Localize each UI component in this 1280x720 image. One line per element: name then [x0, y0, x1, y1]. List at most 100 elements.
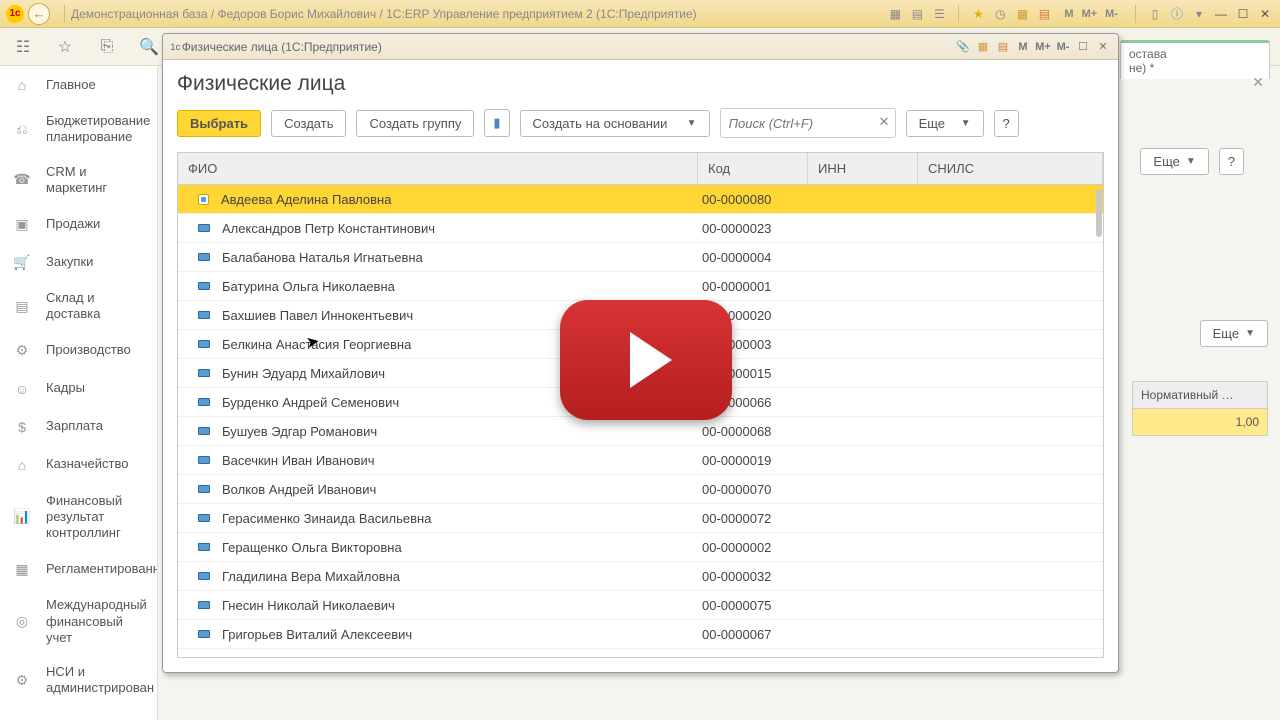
- info-icon[interactable]: ⓘ: [1168, 5, 1186, 23]
- choose-button[interactable]: Выбрать: [177, 110, 261, 137]
- apps-grid-icon[interactable]: ☷: [12, 36, 34, 58]
- table-row[interactable]: Волков Андрей Иванович00-0000070: [178, 475, 1103, 504]
- sidebar-item[interactable]: ▤Склад и доставка: [0, 281, 157, 332]
- docs-icon[interactable]: ▯: [1146, 5, 1164, 23]
- m-button[interactable]: M: [1061, 7, 1076, 21]
- col-snils[interactable]: СНИЛС: [918, 153, 1103, 184]
- mplus-button[interactable]: M+: [1079, 7, 1101, 21]
- cell-kod: 00-0000067: [698, 627, 808, 642]
- grid-icon[interactable]: ▦: [886, 5, 904, 23]
- sidebar-item[interactable]: 🛒Закупки: [0, 243, 157, 281]
- dropdown-icon[interactable]: ▾: [1190, 5, 1208, 23]
- scrollbar-thumb[interactable]: [1096, 189, 1102, 237]
- separator: [1135, 5, 1136, 23]
- sidebar-item-label: Казначейство: [46, 456, 128, 472]
- sidebar-item[interactable]: ⚙Производство: [0, 332, 157, 370]
- sidebar-item-label: НСИ и администрирован: [46, 664, 154, 697]
- sidebar-item[interactable]: 📊Финансовый результат контроллинг: [0, 484, 157, 551]
- clear-search-button[interactable]: ✕: [879, 114, 890, 130]
- mminus-button[interactable]: M-: [1102, 7, 1121, 21]
- search-field: ✕: [720, 108, 896, 138]
- create-on-basis-button[interactable]: Создать на основании ▼: [520, 110, 710, 137]
- col-kod[interactable]: Код: [698, 153, 808, 184]
- cell-kod: 00-0000019: [698, 453, 808, 468]
- video-play-button[interactable]: [560, 300, 732, 420]
- table-row[interactable]: Балабанова Наталья Игнатьевна00-0000004: [178, 243, 1103, 272]
- help-button[interactable]: ?: [994, 110, 1019, 137]
- table-row[interactable]: Александров Петр Константинович00-000002…: [178, 214, 1103, 243]
- nav-back-button[interactable]: ←: [28, 3, 50, 25]
- cell-fio: Балабанова Наталья Игнатьевна: [222, 250, 423, 265]
- sidebar-item[interactable]: ⚙НСИ и администрирован: [0, 655, 157, 706]
- create-button[interactable]: Создать: [271, 110, 346, 137]
- row-type-icon: [198, 485, 210, 493]
- create-group-button[interactable]: Создать группу: [356, 110, 474, 137]
- pin-icon[interactable]: 📎: [954, 38, 972, 56]
- table-row[interactable]: Геращенко Ольга Викторовна00-0000002: [178, 533, 1103, 562]
- cell-fio: Бурденко Андрей Семенович: [222, 395, 399, 410]
- calc-icon[interactable]: ▦: [1013, 5, 1031, 23]
- table-row[interactable]: Гнесин Николай Николаевич00-0000075: [178, 591, 1103, 620]
- search-input[interactable]: [720, 108, 896, 138]
- row-type-icon: [198, 601, 210, 609]
- close-button[interactable]: ✕: [1094, 38, 1112, 56]
- cell-kod: 00-0000080: [698, 192, 808, 207]
- separator: [958, 5, 959, 23]
- sidebar-item[interactable]: ⌂Казначейство: [0, 446, 157, 484]
- mplus-button[interactable]: M+: [1034, 38, 1052, 56]
- m-button[interactable]: M: [1014, 38, 1032, 56]
- row-type-icon: [198, 514, 210, 522]
- mminus-button[interactable]: M-: [1054, 38, 1072, 56]
- table-row[interactable]: Бушуев Эдгар Романович00-0000068: [178, 417, 1103, 446]
- calendar-icon[interactable]: ▤: [994, 38, 1012, 56]
- clipboard-icon[interactable]: ⎘: [96, 36, 118, 58]
- row-type-icon: [198, 572, 210, 580]
- hr-icon: ☺: [12, 379, 32, 399]
- search-icon[interactable]: 🔍: [138, 36, 160, 58]
- col-fio[interactable]: ФИО: [178, 153, 698, 184]
- sidebar-item[interactable]: ⌂Главное: [0, 66, 157, 104]
- list-mode-button[interactable]: ▮: [484, 109, 509, 137]
- cell-kod: 00-0000072: [698, 511, 808, 526]
- maximize-button[interactable]: ☐: [1234, 5, 1252, 23]
- table-row[interactable]: Авдеева Аделина Павловна00-0000080: [178, 185, 1103, 214]
- row-type-icon: [198, 282, 210, 290]
- minimize-button[interactable]: —: [1212, 5, 1230, 23]
- sidebar-item[interactable]: ☎CRM и маркетинг: [0, 155, 157, 206]
- more-button[interactable]: Еще ▼: [906, 110, 984, 137]
- close-button[interactable]: ✕: [1256, 5, 1274, 23]
- calc-icon[interactable]: ▦: [974, 38, 992, 56]
- sidebar-item-label: CRM и маркетинг: [46, 164, 145, 197]
- app-logo-icon: 1c: [6, 5, 24, 23]
- maximize-button[interactable]: ☐: [1074, 38, 1092, 56]
- sidebar-item[interactable]: ▣Продажи: [0, 205, 157, 243]
- favorite-icon[interactable]: ☆: [54, 36, 76, 58]
- history-icon[interactable]: ◷: [991, 5, 1009, 23]
- table-row[interactable]: Григорьев Виталий Алексеевич00-0000067: [178, 620, 1103, 649]
- sidebar-item[interactable]: $Зарплата: [0, 408, 157, 446]
- options-icon[interactable]: ☰: [930, 5, 948, 23]
- cell-kod: 00-0000068: [698, 424, 808, 439]
- sidebar-item[interactable]: ☺Кадры: [0, 370, 157, 408]
- finresult-icon: 📊: [12, 507, 32, 527]
- sidebar-item[interactable]: ▦Регламентированн: [0, 550, 157, 588]
- chart-icon: ⎌: [12, 119, 32, 139]
- cell-kod: 00-0000001: [698, 279, 808, 294]
- layout-icon[interactable]: ▤: [908, 5, 926, 23]
- cell-fio: Геращенко Ольга Викторовна: [222, 540, 402, 555]
- sidebar-item-label: Главное: [46, 77, 96, 93]
- table-row[interactable]: Герасименко Зинаида Васильевна00-0000072: [178, 504, 1103, 533]
- star-icon[interactable]: ★: [969, 5, 987, 23]
- table-row[interactable]: Григорьева Любовь Петровна00-0000071: [178, 649, 1103, 653]
- memory-buttons: M M+ M-: [1061, 7, 1121, 21]
- calendar-icon[interactable]: ▤: [1035, 5, 1053, 23]
- intl-icon: ◎: [12, 612, 32, 632]
- table-row[interactable]: Гладилина Вера Михайловна00-0000032: [178, 562, 1103, 591]
- col-inn[interactable]: ИНН: [808, 153, 918, 184]
- table-row[interactable]: Батурина Ольга Николаевна00-0000001: [178, 272, 1103, 301]
- table-row[interactable]: Васечкин Иван Иванович00-0000019: [178, 446, 1103, 475]
- sidebar-item[interactable]: ◎Международный финансовый учет: [0, 588, 157, 655]
- sidebar-item-label: Зарплата: [46, 418, 103, 434]
- sidebar-item[interactable]: ⎌Бюджетирование планирование: [0, 104, 157, 155]
- cell-fio: Бунин Эдуард Михайлович: [222, 366, 385, 381]
